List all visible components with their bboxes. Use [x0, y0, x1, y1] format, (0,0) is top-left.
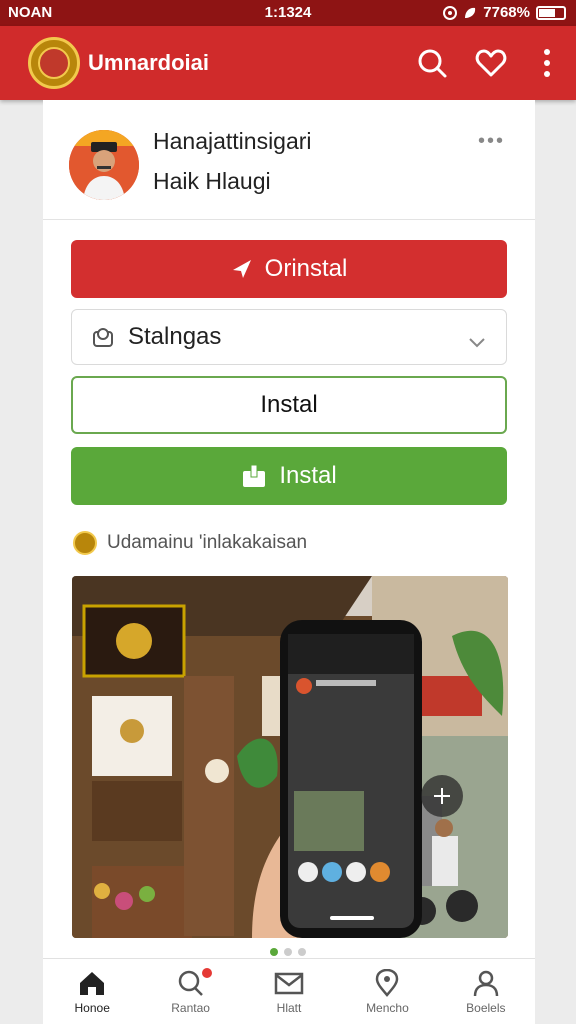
- profile-handle: Haik Hlaugi: [153, 168, 271, 194]
- carousel-dot-active[interactable]: [270, 948, 278, 956]
- primary-install-label: Orinstal: [264, 255, 348, 282]
- caption-logo: [73, 531, 97, 555]
- battery-percent: 7768%: [483, 4, 530, 21]
- carousel-indicator: [0, 948, 576, 956]
- profile-header: Hanajattinsigari Haik Hlaugi •••: [43, 100, 535, 220]
- bottom-nav: Honoe Rantao Hlatt Mencho Boelels: [43, 958, 535, 1024]
- notification-badge: [201, 967, 214, 979]
- camera-icon: [443, 5, 458, 20]
- carousel-dot[interactable]: [284, 948, 292, 956]
- nav-location-label: Mencho: [366, 1000, 409, 1015]
- search-button[interactable]: [415, 46, 449, 80]
- nav-mail-label: Hlatt: [276, 1000, 302, 1015]
- settings-dropdown[interactable]: Stalngas: [71, 309, 507, 365]
- location-icon: [376, 968, 399, 997]
- more-horizontal-icon[interactable]: •••: [478, 130, 505, 153]
- install-button[interactable]: Instal: [71, 447, 507, 505]
- carousel-dot[interactable]: [298, 948, 306, 956]
- settings-icon: [92, 326, 116, 348]
- app-bar: Umnardoiai: [0, 26, 576, 100]
- settings-dropdown-label: Stalngas: [128, 323, 222, 350]
- nav-home[interactable]: Honoe: [43, 959, 141, 1024]
- nav-home-label: Honoe: [74, 1000, 110, 1015]
- battery-icon: [536, 5, 566, 20]
- send-icon: [231, 258, 253, 280]
- status-icons: 7768%: [443, 4, 566, 21]
- share-fab[interactable]: [420, 774, 464, 823]
- nav-search[interactable]: Rantao: [141, 959, 239, 1024]
- nav-profile-label: Boelels: [466, 1000, 506, 1015]
- nav-profile[interactable]: Boelels: [437, 959, 535, 1024]
- plus-icon: [421, 775, 463, 817]
- profile-icon: [473, 970, 499, 996]
- install-outline-button[interactable]: Instal: [71, 376, 507, 434]
- install-label: Instal: [279, 462, 337, 489]
- profile-name: Hanajattinsigari: [153, 128, 312, 154]
- favorite-button[interactable]: [474, 46, 508, 80]
- nav-search-label: Rantao: [171, 1000, 210, 1015]
- more-vertical-icon: [544, 49, 550, 77]
- more-menu-button[interactable]: [530, 46, 564, 80]
- chevron-down-icon: [468, 328, 486, 356]
- post-photo[interactable]: [72, 576, 508, 938]
- install-outline-label: Instal: [260, 391, 318, 418]
- nav-mail[interactable]: Hlatt: [240, 959, 338, 1024]
- app-title: Umnardoiai: [88, 50, 210, 75]
- nav-location[interactable]: Mencho: [338, 959, 436, 1024]
- leaf-icon: [465, 7, 476, 18]
- home-icon: [80, 971, 105, 995]
- download-icon: [241, 463, 267, 489]
- content-card: Hanajattinsigari Haik Hlaugi ••• Orinsta…: [43, 100, 535, 1024]
- mail-icon: [274, 972, 304, 994]
- status-bar: NOAN 1:1324 7768%: [0, 0, 576, 26]
- primary-install-button[interactable]: Orinstal: [71, 240, 507, 298]
- search-icon: [418, 49, 447, 78]
- post-caption: Udamainu 'inlakakaisan: [73, 531, 307, 555]
- heart-icon: [475, 49, 507, 77]
- avatar[interactable]: [69, 130, 139, 200]
- app-logo[interactable]: [28, 37, 80, 89]
- caption-text: Udamainu 'inlakakaisan: [107, 532, 308, 553]
